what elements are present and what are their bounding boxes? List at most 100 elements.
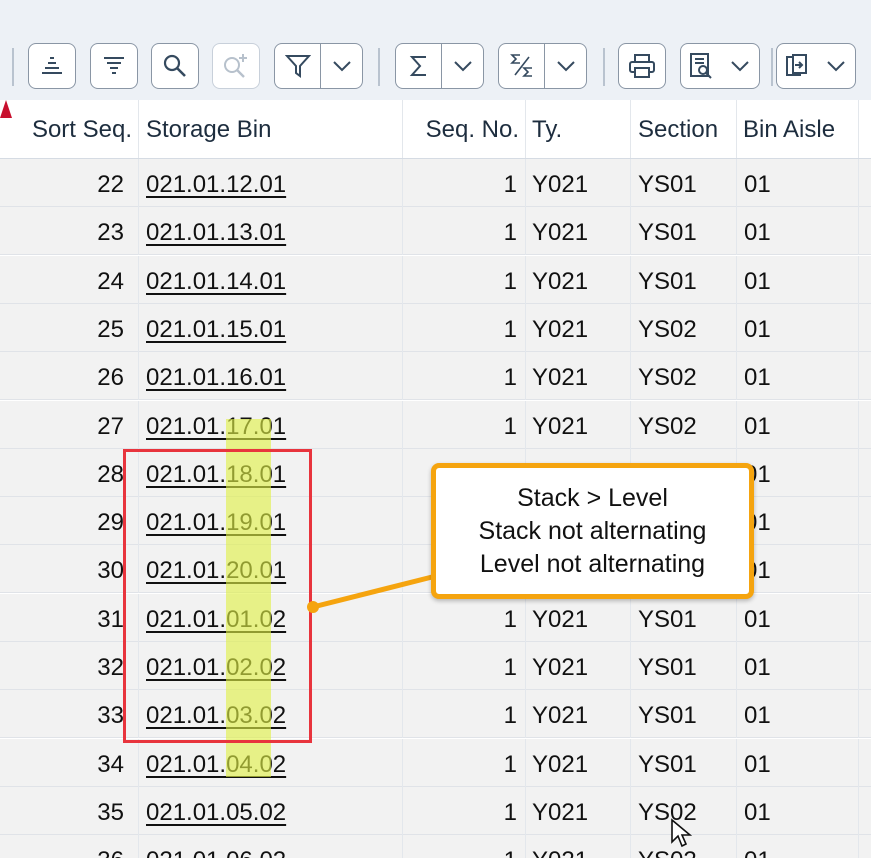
table-row[interactable]: 24 021.01.14.01 1 Y021 YS01 01 [0, 255, 871, 304]
callout-line-3: Level not alternating [479, 549, 706, 578]
cell-seq-no: 1 [403, 352, 526, 401]
cell-bin-aisle: 01 [737, 400, 859, 449]
cell-bin-aisle: 01 [737, 352, 859, 401]
cell-bin-aisle: 01 [737, 255, 859, 304]
cell-seq-no: 1 [403, 400, 526, 449]
cell-section: YS01 [631, 642, 737, 690]
cell-type: Y021 [526, 255, 631, 304]
table-row[interactable]: 25 021.01.15.01 1 Y021 YS02 01 [0, 303, 871, 352]
toolbar-separator [12, 48, 14, 86]
cell-sort-seq: 27 [0, 400, 139, 449]
storage-bin-cell: 021.01.12.01 [139, 159, 403, 207]
export-button[interactable] [776, 43, 856, 89]
storage-bin-cell: 021.01.13.01 [139, 207, 403, 256]
cell-sort-seq: 31 [0, 593, 139, 642]
storage-bin-link[interactable]: 021.01.15.01 [146, 316, 286, 343]
column-header-seq-no[interactable]: Seq. No. [403, 100, 526, 158]
cell-sort-seq: 33 [0, 690, 139, 739]
cell-bin-aisle: 01 [737, 159, 859, 207]
cell-type: Y021 [526, 642, 631, 690]
callout-line-1: Stack > Level [517, 483, 668, 512]
table-row[interactable]: 34 021.01.04.02 1 Y021 YS01 01 [0, 738, 871, 787]
cell-sort-seq: 25 [0, 303, 139, 352]
find-next-button[interactable] [212, 43, 260, 89]
find-button[interactable] [151, 43, 199, 89]
print-button[interactable] [618, 43, 666, 89]
cell-bin-aisle: 01 [737, 642, 859, 690]
cell-section: YS01 [631, 690, 737, 739]
table-row[interactable]: 22 021.01.12.01 1 Y021 YS01 01 [0, 159, 871, 207]
chevron-down-icon [827, 61, 845, 72]
non-alternating-bins-box [123, 449, 312, 743]
table-row[interactable]: 35 021.01.05.02 1 Y021 YS02 01 [0, 786, 871, 835]
cell-type: Y021 [526, 690, 631, 739]
cell-seq-no: 1 [403, 593, 526, 642]
storage-bin-link[interactable]: 021.01.16.01 [146, 364, 286, 391]
cell-sort-seq: 29 [0, 497, 139, 546]
storage-bin-link[interactable]: 021.01.14.01 [146, 268, 286, 295]
column-header-storage-bin[interactable]: Storage Bin [139, 100, 403, 158]
cell-section: YS02 [631, 352, 737, 401]
cell-seq-no: 1 [403, 835, 526, 858]
cell-type: Y021 [526, 352, 631, 401]
storage-bin-cell: 021.01.04.02 [139, 738, 403, 787]
storage-bin-link[interactable]: 021.01.06.02 [146, 847, 286, 858]
cell-bin-aisle: 01 [737, 593, 859, 642]
cell-type: Y021 [526, 835, 631, 858]
cell-seq-no: 1 [403, 303, 526, 352]
sort-ascending-icon [42, 57, 62, 74]
storage-bin-link[interactable]: 021.01.05.02 [146, 799, 286, 826]
table-row[interactable]: 23 021.01.13.01 1 Y021 YS01 01 [0, 207, 871, 256]
column-header-bin-aisle[interactable]: Bin Aisle [737, 100, 859, 158]
cell-bin-aisle: 01 [737, 545, 859, 594]
cell-sort-seq: 30 [0, 545, 139, 594]
cell-section: YS01 [631, 738, 737, 787]
cell-sort-seq: 24 [0, 255, 139, 304]
total-button[interactable] [395, 43, 484, 89]
cell-sort-seq: 35 [0, 786, 139, 835]
cell-sort-seq: 28 [0, 448, 139, 497]
cell-type: Y021 [526, 593, 631, 642]
cell-section: YS02 [631, 303, 737, 352]
cell-section: YS01 [631, 255, 737, 304]
column-header-section[interactable]: Section [631, 100, 737, 158]
cell-seq-no: 1 [403, 207, 526, 256]
chevron-down-icon [731, 61, 749, 72]
storage-bin-cell: 021.01.05.02 [139, 786, 403, 835]
subtotal-button[interactable] [498, 43, 587, 89]
sort-descending-button[interactable] [90, 43, 138, 89]
view-button[interactable] [680, 43, 760, 89]
subtotal-icon [509, 54, 532, 77]
table-row[interactable]: 36021.01.06.021Y021YS0201 [0, 835, 871, 858]
column-header-type[interactable]: Ty. [526, 100, 631, 158]
cell-bin-aisle: 01 [737, 207, 859, 256]
table-row[interactable]: 26 021.01.16.01 1 Y021 YS02 01 [0, 352, 871, 401]
cell-section: YS01 [631, 593, 737, 642]
toolbar-separator [771, 48, 773, 86]
storage-bin-link[interactable]: 021.01.13.01 [146, 219, 286, 246]
column-header-sort-seq[interactable]: Sort Seq. [0, 100, 139, 158]
cell-type: Y021 [526, 786, 631, 835]
search-plus-icon [224, 54, 247, 78]
storage-bin-link[interactable]: 021.01.12.01 [146, 171, 286, 198]
printer-icon [629, 54, 655, 78]
cell-bin-aisle: 01 [737, 738, 859, 787]
sort-ascending-button[interactable] [28, 43, 76, 89]
cell-seq-no: 1 [403, 159, 526, 207]
sigma-icon [409, 56, 426, 76]
table-header: Sort Seq. Storage Bin Seq. No. Ty. Secti… [0, 100, 871, 159]
cell-type: Y021 [526, 400, 631, 449]
storage-bin-cell: 021.01.16.01 [139, 352, 403, 401]
storage-bin-cell: 021.01.15.01 [139, 303, 403, 352]
toolbar-separator [603, 48, 605, 86]
cell-type: Y021 [526, 159, 631, 207]
filter-icon [284, 55, 311, 78]
cell-bin-aisle: 01 [737, 835, 859, 858]
export-icon [786, 54, 807, 76]
table-row[interactable]: 27 021.01.17.01 1 Y021 YS02 01 [0, 400, 871, 449]
chevron-down-icon [333, 61, 351, 72]
cell-seq-no: 1 [403, 255, 526, 304]
cell-bin-aisle: 01 [737, 303, 859, 352]
filter-button[interactable] [274, 43, 363, 89]
cell-type: Y021 [526, 207, 631, 256]
